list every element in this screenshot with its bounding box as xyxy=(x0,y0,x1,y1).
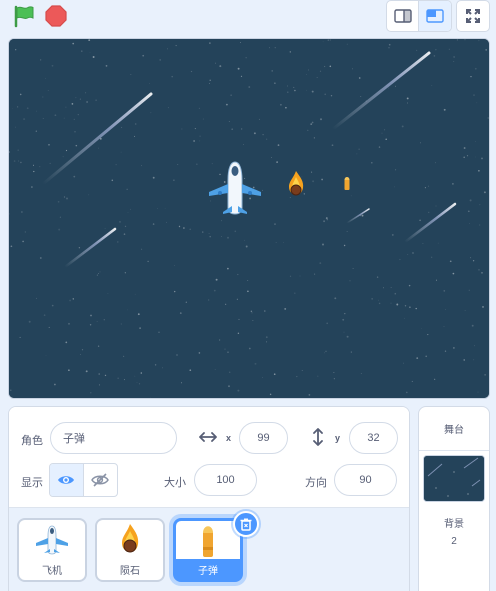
sprite-tile-airplane[interactable]: 飞机 xyxy=(17,518,87,582)
sprite-name-bar-bullet: 子弹 xyxy=(176,559,240,579)
green-flag-icon[interactable] xyxy=(12,4,36,28)
sprite-properties: 角色 子弹 x 99 y 32 显示 大小 100 方向 90 xyxy=(9,407,409,508)
x-input[interactable]: 99 xyxy=(239,422,288,454)
eye-off-icon xyxy=(91,473,110,487)
normal-stage-button[interactable] xyxy=(419,1,451,31)
backdrops-label: 背景 xyxy=(444,519,464,530)
sprite-label: 角色 xyxy=(21,435,43,447)
sprite-list: 飞机 陨石 子弹 xyxy=(9,508,409,591)
y-input[interactable]: 32 xyxy=(349,422,398,454)
sprite-name-bullet: 子弹 xyxy=(198,565,218,577)
stage-toolbar xyxy=(0,0,496,34)
normal-stage-icon xyxy=(426,9,444,23)
sprite-name-airplane: 飞机 xyxy=(42,566,62,577)
small-stage-icon xyxy=(393,9,412,23)
stage-title: 舞台 xyxy=(419,407,489,451)
stage-size-toggle xyxy=(386,0,452,32)
show-sprite-button[interactable] xyxy=(50,464,84,496)
sprite-tile-meteor[interactable]: 陨石 xyxy=(95,518,165,582)
stage-canvas[interactable] xyxy=(8,38,490,399)
fullscreen-icon xyxy=(466,9,480,23)
sprite-tile-bullet[interactable]: 子弹 xyxy=(173,518,243,582)
direction-input[interactable]: 90 xyxy=(334,464,397,496)
show-label: 显示 xyxy=(21,477,43,489)
backdrops-count: 2 xyxy=(451,536,457,547)
eye-icon xyxy=(58,476,75,484)
sprite-name-meteor: 陨石 xyxy=(120,566,140,577)
airplane-icon xyxy=(19,520,85,560)
size-label: 大小 xyxy=(164,477,186,489)
x-label: x xyxy=(226,433,232,443)
direction-label: 方向 xyxy=(305,477,327,489)
x-position-icon xyxy=(199,432,217,442)
meteor-icon xyxy=(97,520,163,560)
trash-icon xyxy=(240,518,252,531)
stop-sign-icon[interactable] xyxy=(44,4,68,28)
bullet-sprite[interactable] xyxy=(344,177,350,190)
small-stage-button[interactable] xyxy=(387,1,420,31)
fullscreen-button[interactable] xyxy=(456,0,490,32)
y-position-icon xyxy=(313,428,323,446)
stage-target-panel[interactable]: 舞台 背景 2 xyxy=(418,406,490,591)
delete-sprite-button[interactable] xyxy=(233,511,259,537)
sprite-name-input[interactable]: 子弹 xyxy=(50,422,177,454)
sprite-info-panel: 角色 子弹 x 99 y 32 显示 大小 100 方向 90 飞机 陨石 子弹 xyxy=(8,406,410,591)
bullet-icon xyxy=(176,521,240,561)
stage-thumbnail[interactable] xyxy=(423,455,485,502)
y-label: y xyxy=(335,433,341,443)
size-input[interactable]: 100 xyxy=(194,464,257,496)
hide-sprite-button[interactable] xyxy=(84,464,118,496)
visibility-toggle xyxy=(49,463,118,497)
